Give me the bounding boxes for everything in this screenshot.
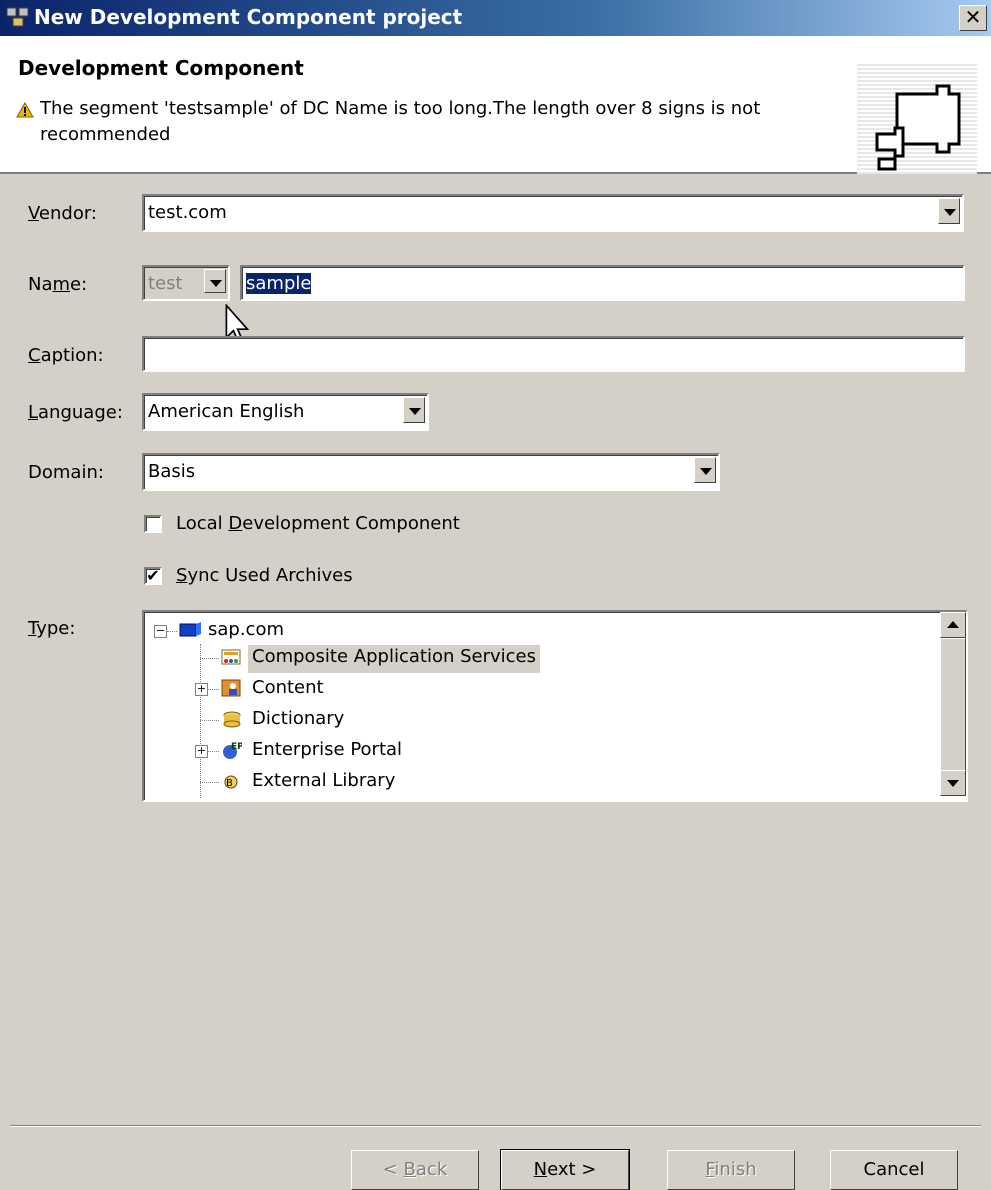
name-input[interactable]: sample xyxy=(240,265,965,301)
button-separator xyxy=(10,1125,981,1127)
language-label: Language: xyxy=(28,402,123,423)
domain-value: Basis xyxy=(148,461,196,482)
scroll-up-icon xyxy=(947,621,959,628)
local-dc-label: Local Development Component xyxy=(176,513,460,534)
window-title: New Development Component project xyxy=(34,5,463,29)
language-combo[interactable]: American English xyxy=(142,393,429,431)
vendor-label: Vendor: xyxy=(28,203,97,224)
scroll-up-button[interactable] xyxy=(940,612,966,638)
local-dc-checkbox[interactable] xyxy=(144,515,162,533)
caption-input[interactable] xyxy=(142,336,965,372)
close-button[interactable]: ✕ xyxy=(959,5,987,31)
tree-item[interactable]: Dictionary xyxy=(248,707,348,735)
sync-archives-label: Sync Used Archives xyxy=(176,565,353,586)
vendor-dropdown-button[interactable] xyxy=(938,198,960,224)
language-dropdown-button[interactable] xyxy=(403,397,425,423)
caption-label: Caption: xyxy=(28,345,104,366)
tree-item[interactable]: Enterprise Portal xyxy=(248,738,406,766)
warning-icon xyxy=(16,102,34,118)
domain-combo[interactable]: Basis xyxy=(142,453,720,491)
composite-icon xyxy=(221,649,241,665)
sync-archives-checkbox[interactable]: ✔ xyxy=(144,567,162,585)
portal-icon: EP xyxy=(223,742,242,759)
app-icon xyxy=(6,7,29,27)
scroll-thumb[interactable] xyxy=(940,638,966,774)
warning-message: The segment 'testsample' of DC Name is t… xyxy=(40,98,761,145)
name-prefix-combo: test xyxy=(142,265,230,301)
root-collapse-toggle[interactable]: − xyxy=(154,625,167,638)
check-icon: ✔ xyxy=(146,566,160,585)
vendor-value: test.com xyxy=(148,202,227,223)
library-icon: B xyxy=(224,775,238,789)
close-icon: ✕ xyxy=(964,5,982,29)
vendor-combo[interactable]: test.com xyxy=(142,194,964,232)
finish-button[interactable]: Finish xyxy=(667,1150,795,1190)
language-value: American English xyxy=(148,401,305,422)
type-tree[interactable]: − sap.com Composite Application Services… xyxy=(142,610,968,802)
name-value: sample xyxy=(246,273,312,294)
domain-dropdown-button[interactable] xyxy=(694,457,716,483)
name-label: Name: xyxy=(28,274,88,295)
tree-vertical-scrollbar[interactable] xyxy=(940,612,966,796)
sap-com-icon xyxy=(179,622,201,637)
content-icon xyxy=(221,679,241,697)
next-button[interactable]: Next > xyxy=(500,1149,630,1190)
tree-item[interactable]: J2EE xyxy=(248,800,296,802)
tree-item[interactable]: Content xyxy=(248,676,328,704)
tree-root-label[interactable]: sap.com xyxy=(208,619,284,645)
title-bar[interactable]: New Development Component project ✕ xyxy=(0,0,991,36)
name-prefix-value: test xyxy=(148,273,183,294)
dictionary-icon xyxy=(223,711,241,728)
wizard-header: Development Component The segment 'tests… xyxy=(0,36,991,174)
back-button[interactable]: < Back xyxy=(351,1150,479,1190)
page-title: Development Component xyxy=(18,56,304,80)
type-label: Type: xyxy=(28,618,76,639)
cancel-button[interactable]: Cancel xyxy=(830,1150,958,1190)
name-prefix-dropdown-button xyxy=(204,269,226,293)
svg-text:B: B xyxy=(226,778,233,789)
scroll-down-icon xyxy=(947,780,959,787)
component-graphic-icon xyxy=(857,64,977,174)
scroll-down-button[interactable] xyxy=(940,770,966,796)
tree-item[interactable]: External Library xyxy=(248,769,399,797)
tree-item[interactable]: Composite Application Services xyxy=(248,645,540,673)
domain-label: Domain: xyxy=(28,462,104,483)
svg-text:EP: EP xyxy=(231,742,242,752)
